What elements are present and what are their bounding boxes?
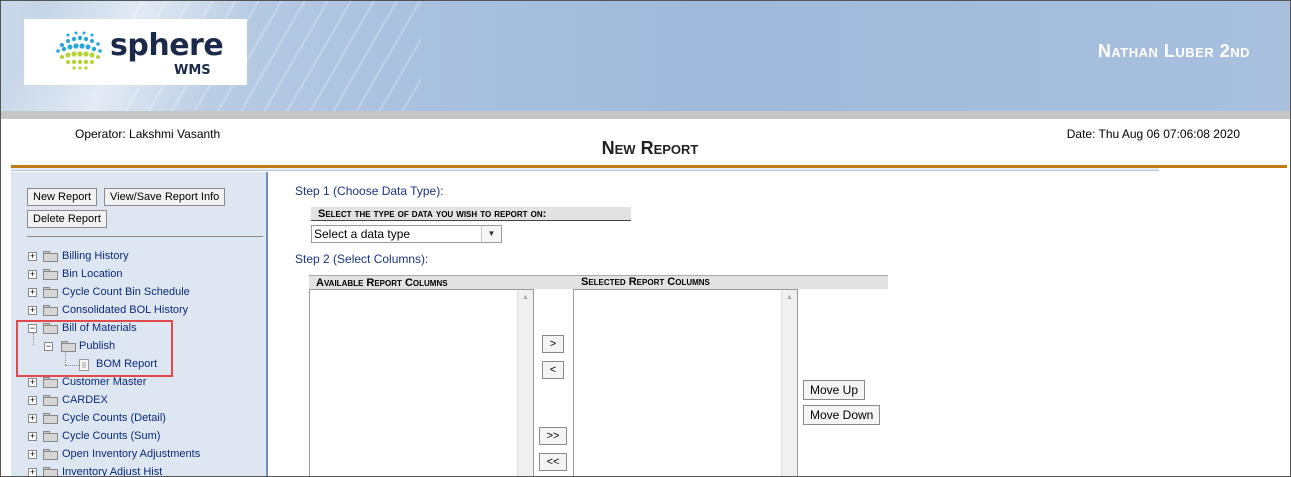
tree-item-label[interactable]: CARDEX [62,394,108,406]
tree-item-label[interactable]: Consolidated BOL History [62,304,188,316]
move-left-button[interactable]: < [542,361,564,379]
view-save-report-info-button[interactable]: View/Save Report Info [104,188,226,206]
username[interactable]: Nathan Luber 2nd [1098,41,1250,62]
logo-text: sphere [110,28,224,63]
expand-icon[interactable]: + [28,450,37,459]
folder-icon [43,395,58,406]
delete-report-button[interactable]: Delete Report [27,210,107,228]
sidebar-divider [27,236,263,237]
page-title: New Report [601,138,699,158]
folder-icon [43,251,58,262]
sidebar: New Report View/Save Report Info Delete … [11,172,268,476]
tree-item-label[interactable]: Bin Location [62,268,123,280]
move-all-right-button[interactable]: >> [539,427,567,445]
tree-item-label[interactable]: Billing History [62,250,129,262]
tree-item-label[interactable]: Cycle Count Bin Schedule [62,286,190,298]
available-columns-list[interactable]: ▲ [309,289,534,476]
expand-icon[interactable]: + [28,432,37,441]
tree-item-label[interactable]: Inventory Adjust Hist [62,466,162,476]
folder-icon [43,449,58,460]
folder-icon [43,431,58,442]
banner-divider [1,111,1290,119]
expand-icon[interactable]: + [28,396,37,405]
chevron-down-icon[interactable]: ▼ [481,226,501,242]
scrollbar[interactable]: ▲ [517,290,533,476]
tree-item-label[interactable]: Cycle Counts (Sum) [62,430,160,442]
sphere-wms-logo[interactable]: sphere WMS [24,19,247,85]
banner: sphere WMS Nathan Luber 2nd [1,1,1290,111]
expand-icon[interactable]: + [28,270,37,279]
expand-icon[interactable]: + [28,252,37,261]
folder-icon [43,467,58,476]
step1-label: Step 1 (Choose Data Type): [295,184,444,198]
data-type-select[interactable]: Select a data type ▼ [311,225,502,243]
expand-icon[interactable]: + [28,378,37,387]
main-panel: Step 1 (Choose Data Type): Select the ty… [269,172,1290,476]
scroll-up-icon[interactable]: ▲ [522,294,529,301]
expand-icon[interactable]: + [28,414,37,423]
scrollbar[interactable]: ▲ [781,290,797,476]
move-up-button[interactable]: Move Up [803,380,866,400]
tree-item-label[interactable]: Open Inventory Adjustments [62,448,200,460]
app-frame: sphere WMS Nathan Luber 2nd Operator: La… [0,0,1291,477]
logo-globe-icon [56,31,102,70]
new-report-button[interactable]: New Report [27,188,98,206]
move-down-button[interactable]: Move Down [803,405,881,425]
move-right-button[interactable]: > [542,335,564,353]
folder-icon [43,377,58,388]
step2-label: Step 2 (Select Columns): [295,252,429,266]
selected-columns-header: Selected Report Columns [581,276,710,288]
tree-item-label[interactable]: Cycle Counts (Detail) [62,412,166,424]
step1-header: Select the type of data you wish to repo… [311,207,631,221]
highlight-box [16,320,173,377]
expand-icon[interactable]: + [28,288,37,297]
expand-icon[interactable]: + [28,468,37,476]
available-columns-header: Available Report Columns [316,277,448,289]
expand-icon[interactable]: + [28,306,37,315]
move-all-left-button[interactable]: << [539,453,567,471]
data-type-select-value: Select a data type [314,227,411,241]
folder-icon [43,287,58,298]
folder-icon [43,305,58,316]
scroll-up-icon[interactable]: ▲ [786,294,793,301]
tree-item-label[interactable]: Customer Master [62,376,146,388]
logo-subtext: WMS [174,63,211,78]
selected-columns-list[interactable]: ▲ [573,289,798,476]
folder-icon [43,413,58,424]
folder-icon [43,269,58,280]
